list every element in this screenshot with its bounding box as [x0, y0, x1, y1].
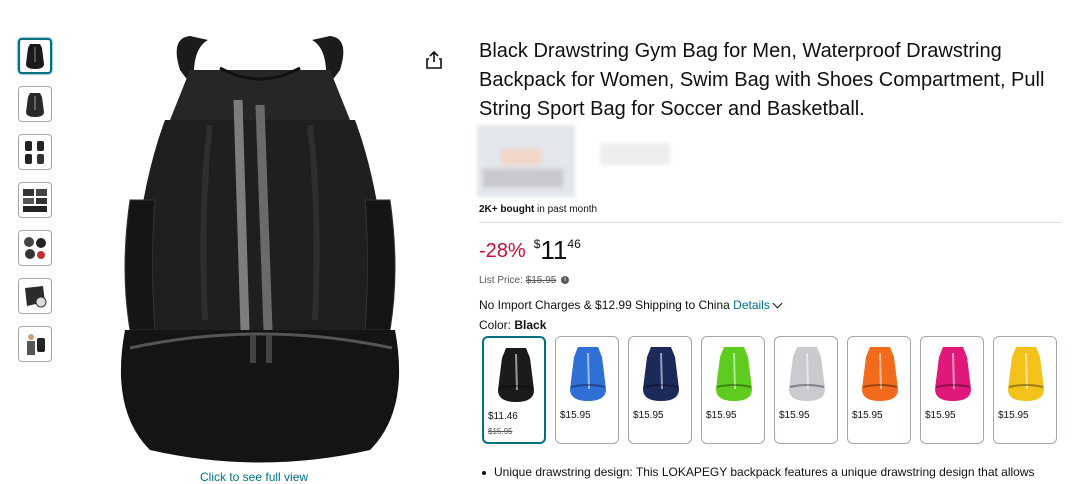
- top-breadcrumb-strip: · · · · · ·: [0, 0, 1080, 6]
- color-label: Color: Black: [479, 318, 547, 332]
- swatch-price: $15.95: [925, 410, 956, 421]
- swatch-list-price: $15.95: [488, 427, 513, 436]
- thumbnail-3[interactable]: [18, 134, 52, 170]
- blurred-ratings-count: [600, 143, 670, 165]
- blurred-rating: [477, 125, 575, 197]
- features-grid-thumb-icon: [23, 189, 47, 212]
- price-whole: 11: [540, 235, 568, 265]
- backpack-swatch-icon: [498, 348, 534, 402]
- details-link[interactable]: Details: [733, 298, 770, 312]
- backpack-image: [120, 36, 400, 463]
- backpack-swatch-icon: [862, 347, 898, 401]
- model-thumb-icon: [27, 334, 45, 355]
- thumbnail-5[interactable]: [18, 230, 52, 266]
- product-title: Black Drawstring Gym Bag for Men, Waterp…: [479, 40, 1045, 120]
- bought-in-past-month: 2K+ bought in past month: [479, 204, 598, 215]
- discount-percent: -28%: [479, 240, 526, 262]
- selected-color: Black: [514, 318, 547, 332]
- info-icon[interactable]: i: [561, 276, 570, 285]
- backpack-thumb-icon: [26, 93, 44, 117]
- color-swatch-7[interactable]: $15.95: [920, 336, 984, 444]
- color-swatch-6[interactable]: $15.95: [847, 336, 911, 444]
- usage-thumb-icon: [24, 237, 46, 259]
- swatch-price: $15.95: [560, 410, 591, 421]
- feature-bullet: Unique drawstring design: This LOKAPEGY …: [482, 465, 1062, 479]
- backpack-swatch-icon: [643, 347, 679, 401]
- swatch-price: $15.95: [852, 410, 883, 421]
- color-swatch-3[interactable]: $15.95: [628, 336, 692, 444]
- color-swatch-5[interactable]: $15.95: [774, 336, 838, 444]
- color-swatch-1[interactable]: $11.46 $15.95: [482, 336, 546, 444]
- thumbnail-2[interactable]: [18, 86, 52, 122]
- backpack-thumb-icon: [26, 44, 44, 69]
- product-views-thumb-icon: [25, 141, 44, 164]
- swatch-price: $15.95: [706, 410, 737, 421]
- thumbnail-list: [18, 38, 56, 374]
- swatch-price: $15.95: [633, 410, 664, 421]
- backpack-swatch-icon: [570, 347, 606, 401]
- swatch-price: $15.95: [779, 410, 810, 421]
- swatch-price: $11.46: [488, 411, 518, 422]
- list-price: List Price: $15.95 i: [479, 275, 570, 286]
- chevron-down-icon[interactable]: [772, 298, 783, 309]
- main-product-image[interactable]: [110, 30, 410, 470]
- backpack-swatch-icon: [716, 347, 752, 401]
- color-swatch-4[interactable]: $15.95: [701, 336, 765, 444]
- backpack-swatch-icon: [1008, 347, 1044, 401]
- swatch-price: $15.95: [998, 410, 1029, 421]
- share-icon[interactable]: [424, 50, 444, 70]
- backpack-swatch-icon: [789, 347, 825, 401]
- shipping-info: No Import Charges & $12.99 Shipping to C…: [479, 298, 783, 312]
- price-fraction: 46: [567, 237, 581, 251]
- full-view-link[interactable]: Click to see full view: [200, 470, 308, 484]
- backpack-swatch-icon: [935, 347, 971, 401]
- breadcrumb-text: · · · · · ·: [18, 0, 55, 5]
- thumbnail-1[interactable]: [18, 38, 52, 74]
- price-symbol: $: [533, 237, 541, 251]
- color-swatch-8[interactable]: $15.95: [993, 336, 1057, 444]
- color-swatch-2[interactable]: $15.95: [555, 336, 619, 444]
- price-row: -28% $ 11 46: [479, 236, 581, 268]
- thumbnail-6[interactable]: [18, 278, 52, 314]
- divider: [479, 222, 1061, 223]
- sport-thumb-icon: [25, 286, 47, 308]
- thumbnail-4[interactable]: [18, 182, 52, 218]
- thumbnail-7[interactable]: [18, 326, 52, 362]
